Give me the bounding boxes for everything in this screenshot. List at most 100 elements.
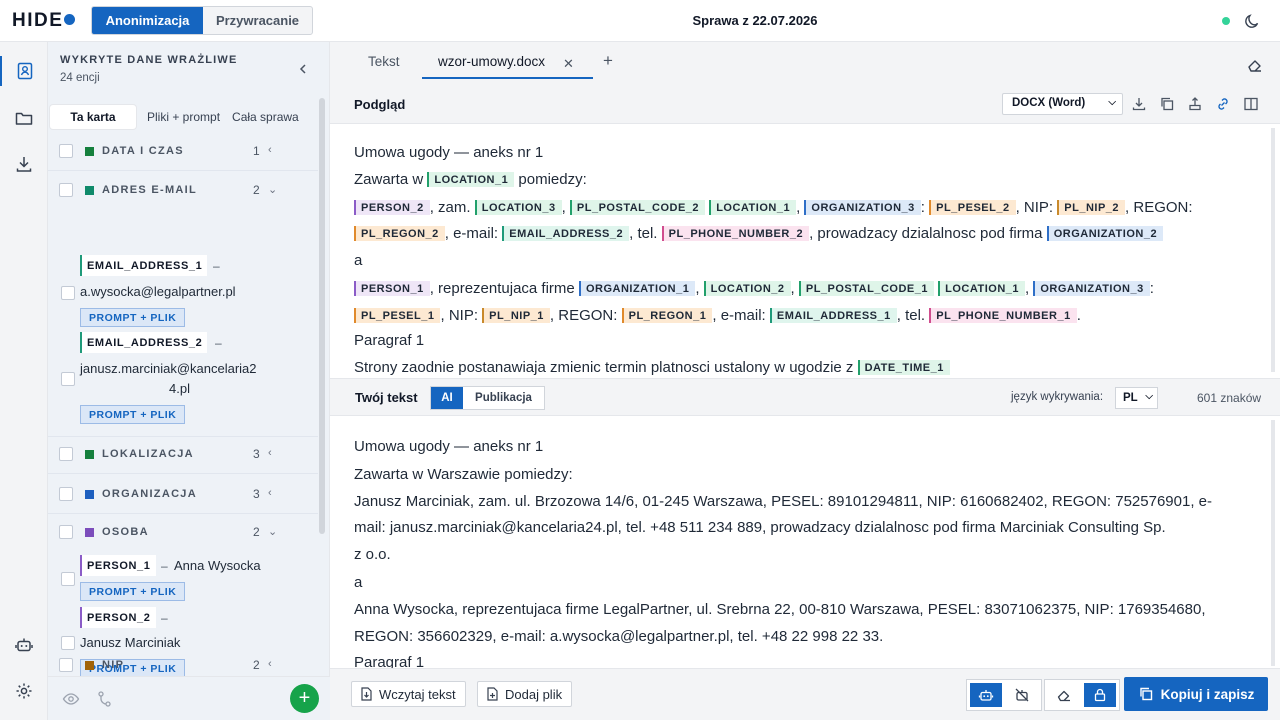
tab-text[interactable]: Tekst bbox=[368, 54, 400, 69]
language-select[interactable]: PL ⌵ bbox=[1115, 387, 1158, 409]
collapse-panel-icon[interactable] bbox=[296, 62, 310, 76]
group-color-swatch bbox=[85, 528, 94, 537]
rail-settings-button[interactable] bbox=[9, 676, 39, 706]
divider bbox=[48, 436, 318, 437]
mode-publication-button[interactable]: Publikacja bbox=[463, 387, 544, 409]
prompt-plik-button[interactable]: PROMPT + PLIK bbox=[80, 582, 186, 601]
group-checkbox[interactable] bbox=[59, 658, 73, 672]
chevron-down-icon[interactable]: ⌄ bbox=[268, 183, 277, 196]
divider bbox=[48, 170, 318, 171]
group-count: 2 bbox=[253, 658, 260, 672]
tab-docx-file[interactable]: wzor-umowy.docx bbox=[438, 54, 545, 69]
your-text-title: Twój tekst bbox=[355, 390, 418, 405]
load-text-button[interactable]: Wczytaj tekst bbox=[351, 681, 466, 707]
entity-dash: – bbox=[161, 611, 168, 625]
group-checkbox[interactable] bbox=[59, 447, 73, 461]
copy-icon[interactable] bbox=[1159, 96, 1175, 112]
entity-checkbox[interactable] bbox=[61, 372, 75, 386]
group-organization[interactable]: ORGANIZACJA 3 ‹ bbox=[48, 480, 318, 508]
group-checkbox[interactable] bbox=[59, 183, 73, 197]
group-color-swatch bbox=[85, 147, 94, 156]
branch-icon[interactable] bbox=[96, 690, 114, 708]
group-checkbox[interactable] bbox=[59, 525, 73, 539]
eraser-icon[interactable] bbox=[1246, 56, 1264, 74]
chevron-down-icon: ⌵ bbox=[1108, 97, 1116, 108]
entity-dash: – bbox=[161, 559, 168, 573]
divider bbox=[48, 473, 318, 474]
scope-tabs: Ta karta Pliki + prompt Cała sprawa bbox=[50, 104, 314, 130]
group-color-swatch bbox=[85, 490, 94, 499]
entity-dash: – bbox=[215, 336, 222, 350]
group-name: NIP bbox=[102, 659, 125, 671]
download-icon bbox=[16, 157, 32, 172]
close-icon[interactable]: ✕ bbox=[563, 56, 574, 72]
panel-scrollbar[interactable] bbox=[319, 98, 325, 534]
source-text-editor[interactable]: Umowa ugody — aneks nr 1 Zawarta w Warsz… bbox=[338, 418, 1272, 668]
text-line: Zawarta w Warszawie pomiedzy: bbox=[354, 466, 573, 483]
copy-and-save-button[interactable]: Kopiuj i zapisz bbox=[1124, 677, 1268, 711]
group-person[interactable]: OSOBA 2 ⌄ bbox=[48, 518, 318, 546]
scope-tab-this-card[interactable]: Ta karta bbox=[50, 105, 136, 129]
lock-button[interactable] bbox=[1084, 683, 1116, 707]
contacts-icon bbox=[17, 62, 33, 80]
chevron-left-icon[interactable]: ‹ bbox=[268, 144, 272, 156]
export-icon[interactable] bbox=[1187, 96, 1203, 112]
add-file-button[interactable]: Dodaj plik bbox=[477, 681, 573, 707]
chevron-left-icon[interactable]: ‹ bbox=[268, 447, 272, 459]
group-email[interactable]: ADRES E-MAIL 2 ⌄ bbox=[48, 176, 318, 204]
entity-checkbox[interactable] bbox=[61, 572, 75, 586]
text-line: Anna Wysocka, reprezentujaca firme Legal… bbox=[354, 601, 1206, 618]
entity-value: janusz.marciniak@kancelaria2 bbox=[80, 361, 257, 376]
scope-tab-whole-case[interactable]: Cała sprawa bbox=[226, 105, 305, 129]
group-checkbox[interactable] bbox=[59, 487, 73, 501]
prompt-plik-button[interactable]: PROMPT + PLIK bbox=[80, 405, 186, 424]
ai-on-button[interactable] bbox=[970, 683, 1002, 707]
preview-line: PERSON_2, zam. LOCATION_3, PL_POSTAL_COD… bbox=[354, 199, 1193, 216]
chevron-down-icon[interactable]: ⌄ bbox=[268, 525, 277, 538]
eye-icon[interactable] bbox=[62, 690, 80, 708]
download-icon[interactable] bbox=[1131, 96, 1147, 112]
prompt-plik-button[interactable]: PROMPT + PLIK bbox=[80, 308, 186, 327]
group-count: 3 bbox=[253, 487, 260, 501]
rail-robot-button[interactable] bbox=[9, 630, 39, 660]
scope-tab-files-prompt[interactable]: Pliki + prompt bbox=[141, 105, 226, 129]
entity-checkbox[interactable] bbox=[61, 286, 75, 300]
divider bbox=[48, 513, 318, 514]
add-tab-button[interactable]: + bbox=[603, 51, 613, 71]
group-color-swatch bbox=[85, 186, 94, 195]
entity-value: Janusz Marciniak bbox=[80, 635, 181, 650]
format-select[interactable]: DOCX (Word) ⌵ bbox=[1002, 93, 1123, 115]
preview-scrollbar[interactable] bbox=[1271, 128, 1275, 372]
entity-checkbox[interactable] bbox=[61, 636, 75, 650]
editor-scrollbar[interactable] bbox=[1271, 420, 1275, 666]
rail-entities-button[interactable] bbox=[0, 56, 48, 86]
mode-ai-button[interactable]: AI bbox=[431, 387, 463, 409]
preview-line: PL_PESEL_1, NIP: PL_NIP_1, REGON: PL_REG… bbox=[354, 307, 1081, 324]
anonymized-preview: Umowa ugody — aneks nr 1 Zawarta w LOCAT… bbox=[338, 124, 1272, 376]
active-tab-indicator bbox=[422, 77, 593, 79]
rail-download-button[interactable] bbox=[9, 149, 39, 179]
group-name: OSOBA bbox=[102, 526, 149, 538]
group-nip[interactable]: NIP 2 ‹ bbox=[48, 652, 318, 674]
preview-line: Umowa ugody — aneks nr 1 bbox=[354, 144, 544, 161]
group-name: DATA I CZAS bbox=[102, 145, 184, 157]
entity-tag: PERSON_2 bbox=[80, 607, 156, 628]
dark-mode-icon[interactable] bbox=[1243, 12, 1261, 30]
text-line: REGON: 356602329, e-mail: a.wysocka@lega… bbox=[354, 628, 884, 645]
ai-off-button[interactable] bbox=[1006, 683, 1038, 707]
link-icon[interactable] bbox=[1215, 96, 1231, 112]
rail-files-button[interactable] bbox=[9, 103, 39, 133]
chevron-left-icon[interactable]: ‹ bbox=[268, 487, 272, 499]
group-location[interactable]: LOKALIZACJA 3 ‹ bbox=[48, 440, 318, 468]
add-entity-button[interactable]: + bbox=[290, 684, 319, 713]
group-date-time[interactable]: DATA I CZAS 1 ‹ bbox=[48, 137, 318, 165]
group-checkbox[interactable] bbox=[59, 144, 73, 158]
group-count: 3 bbox=[253, 447, 260, 461]
chevron-left-icon[interactable]: ‹ bbox=[268, 658, 272, 670]
text-line: mail: janusz.marciniak@kancelaria24.pl, … bbox=[354, 519, 1166, 536]
split-view-icon[interactable] bbox=[1243, 96, 1259, 112]
copy-icon bbox=[1139, 687, 1152, 701]
entity-value-continued: 4.pl bbox=[169, 381, 190, 396]
detection-mode-toggle: AI Publikacja bbox=[430, 386, 545, 410]
clear-button[interactable] bbox=[1048, 683, 1080, 707]
